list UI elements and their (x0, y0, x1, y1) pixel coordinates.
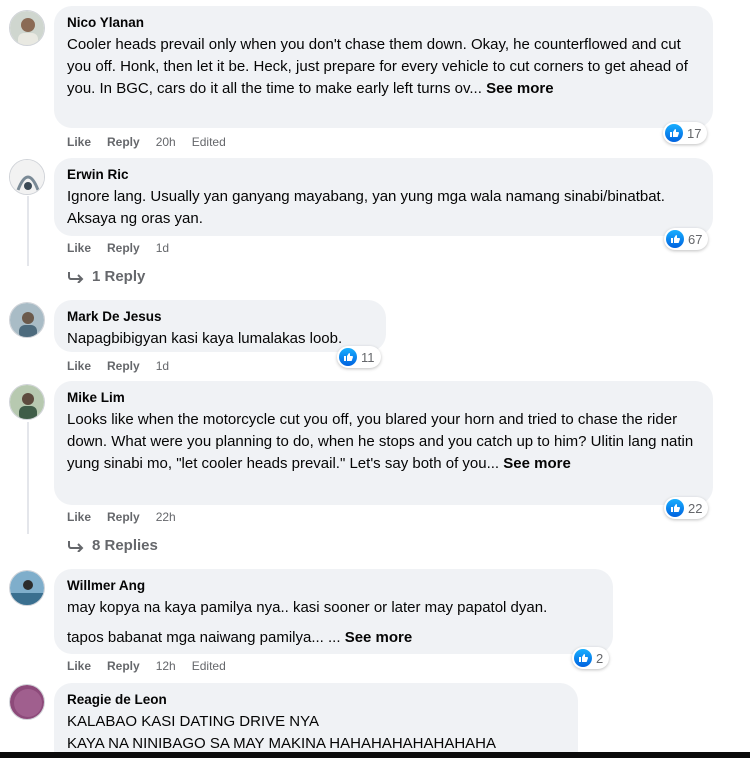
reaction-count[interactable]: 22 (664, 497, 709, 519)
see-more-link[interactable]: See more (345, 629, 413, 646)
comment-text: Napagbibigyan kasi kaya lumalakas loob. (67, 330, 343, 347)
like-button[interactable]: Like (67, 135, 91, 149)
timestamp[interactable]: 1d (156, 241, 169, 255)
comment-author[interactable]: Erwin Ric (67, 166, 700, 183)
like-button[interactable]: Like (67, 510, 91, 524)
timestamp[interactable]: 1d (156, 359, 169, 373)
reply-button[interactable]: Reply (107, 241, 140, 255)
comment-author[interactable]: Mike Lim (67, 389, 700, 406)
comment-bubble: Nico Ylanan Cooler heads prevail only wh… (54, 6, 713, 128)
thread-line (27, 422, 29, 534)
reply-button[interactable]: Reply (107, 510, 140, 524)
avatar[interactable] (9, 159, 45, 195)
timestamp[interactable]: 12h (156, 659, 176, 673)
comment-text: Cooler heads prevail only when you don't… (67, 36, 688, 97)
reply-button[interactable]: Reply (107, 359, 140, 373)
comment-bubble: Mike Lim Looks like when the motorcycle … (54, 381, 713, 505)
comment-text: Ignore lang. Usually yan ganyang mayaban… (67, 188, 665, 227)
see-more-link[interactable]: See more (486, 80, 554, 97)
reaction-count[interactable]: 67 (664, 228, 709, 250)
avatar[interactable] (9, 684, 45, 720)
window-bottom-edge (0, 752, 750, 758)
reply-arrow-icon (68, 271, 84, 283)
comment-actions: Like Reply 12h Edited (67, 659, 226, 673)
avatar[interactable] (9, 570, 45, 606)
like-button[interactable]: Like (67, 359, 91, 373)
comment-text: KALABAO KASI DATING DRIVE NYA KAYA NA NI… (67, 713, 497, 752)
comment-bubble: Mark De Jesus Napagbibigyan kasi kaya lu… (54, 300, 386, 352)
reply-button[interactable]: Reply (107, 135, 140, 149)
avatar[interactable] (9, 10, 45, 46)
reaction-count[interactable]: 2 (572, 647, 610, 669)
reply-arrow-icon (68, 540, 84, 552)
avatar[interactable] (9, 384, 45, 420)
like-button[interactable]: Like (67, 241, 91, 255)
comment-actions: Like Reply 20h Edited (67, 135, 226, 149)
comment-bubble: Reagie de Leon KALABAO KASI DATING DRIVE… (54, 683, 578, 758)
like-reaction-icon (666, 499, 684, 517)
like-reaction-icon (665, 124, 683, 142)
thread-line (27, 196, 29, 266)
see-more-link[interactable]: See more (503, 455, 571, 472)
comment-actions: Like Reply 1d (67, 359, 169, 373)
like-reaction-icon (574, 649, 592, 667)
comment-text: Looks like when the motorcycle cut you o… (67, 411, 694, 472)
comment-actions: Like Reply 1d (67, 241, 169, 255)
timestamp[interactable]: 20h (156, 135, 176, 149)
view-replies-link[interactable]: 1 Reply (68, 268, 145, 285)
reply-button[interactable]: Reply (107, 659, 140, 673)
comment-author[interactable]: Reagie de Leon (67, 691, 565, 708)
comment-author[interactable]: Nico Ylanan (67, 14, 700, 31)
comment-text: may kopya na kaya pamilya nya.. kasi soo… (67, 599, 548, 646)
timestamp[interactable]: 22h (156, 510, 176, 524)
edited-label: Edited (191, 135, 226, 149)
avatar[interactable] (9, 302, 45, 338)
comment-actions: Like Reply 22h (67, 510, 176, 524)
like-button[interactable]: Like (67, 659, 91, 673)
comment-bubble: Willmer Ang may kopya na kaya pamilya ny… (54, 569, 613, 654)
comment-bubble: Erwin Ric Ignore lang. Usually yan ganya… (54, 158, 713, 236)
reaction-count[interactable]: 11 (337, 346, 381, 368)
like-reaction-icon (339, 348, 357, 366)
comment-author[interactable]: Willmer Ang (67, 577, 600, 594)
comment-author[interactable]: Mark De Jesus (67, 308, 373, 325)
edited-label: Edited (191, 659, 226, 673)
like-reaction-icon (666, 230, 684, 248)
reaction-count[interactable]: 17 (663, 122, 708, 144)
view-replies-link[interactable]: 8 Replies (68, 537, 158, 554)
